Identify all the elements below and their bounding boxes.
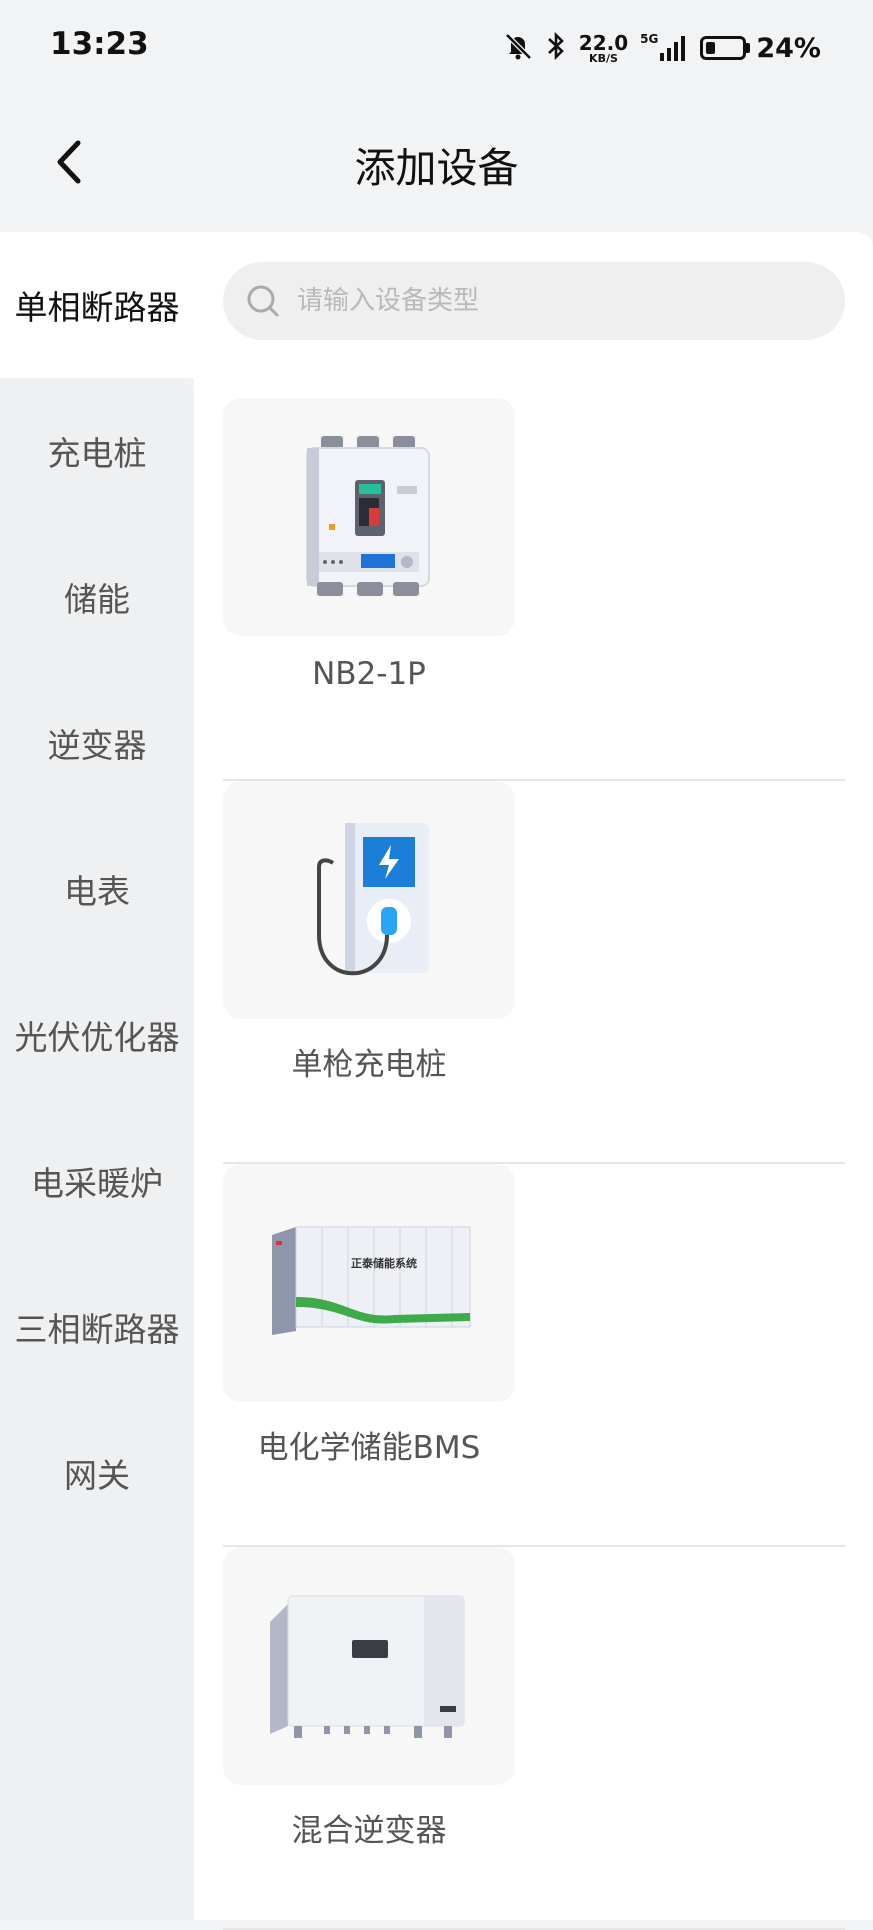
category-sidebar: 单相断路器 充电桩 储能 逆变器 电表 光伏优化器 电采暖炉 三相断路器 网关 xyxy=(0,232,194,1920)
device-thumbnail: 正泰储能系统 xyxy=(223,1164,515,1402)
page-title: 添加设备 xyxy=(354,144,519,192)
device-card-bms[interactable]: 正泰储能系统 电化学储能BMS xyxy=(223,1164,845,1547)
device-card-single-gun-charger[interactable]: 单枪充电桩 xyxy=(223,781,845,1164)
network-speed-unit: KB/S xyxy=(589,51,618,65)
network-speed: 22.0 KB/S xyxy=(579,33,628,64)
sidebar-item-gateway[interactable]: 网关 xyxy=(0,1400,194,1546)
header: 添加设备 xyxy=(0,96,873,230)
battery-level: 24% xyxy=(756,32,821,64)
device-name: 电化学储能BMS xyxy=(257,1430,481,1466)
sidebar-item-electric-heater[interactable]: 电采暖炉 xyxy=(0,1108,194,1254)
status-icons: 22.0 KB/S 5G 24% xyxy=(503,30,821,66)
network-speed-value: 22.0 xyxy=(578,30,629,55)
device-thumbnail xyxy=(223,1547,515,1785)
status-time: 13:23 xyxy=(50,26,149,62)
battery-indicator: 24% xyxy=(700,33,821,64)
device-card-hybrid-inverter[interactable]: 混合逆变器 xyxy=(223,1547,845,1930)
sidebar-item-three-phase-breaker[interactable]: 三相断路器 xyxy=(0,1254,194,1400)
sidebar-item-single-phase-breaker[interactable]: 单相断路器 xyxy=(0,232,194,378)
inverter-icon xyxy=(270,1595,465,1738)
device-panel: NB2-1P 单枪充电桩 xyxy=(194,232,873,1930)
device-thumbnail xyxy=(223,398,515,636)
sidebar-item-energy-storage[interactable]: 储能 xyxy=(0,524,194,670)
circuit-breaker-icon xyxy=(306,436,430,596)
device-card-nb2-1p[interactable]: NB2-1P xyxy=(223,398,845,781)
sidebar-item-charging-pile[interactable]: 充电桩 xyxy=(0,378,194,524)
sidebar-item-meter[interactable]: 电表 xyxy=(0,816,194,962)
search-icon xyxy=(247,285,279,317)
image-label: 正泰储能系统 xyxy=(351,1256,417,1270)
search-input[interactable] xyxy=(295,285,799,317)
battery-container-icon: 正泰储能系统 xyxy=(272,1226,471,1335)
sidebar-item-inverter[interactable]: 逆变器 xyxy=(0,670,194,816)
signal-type: 5G xyxy=(640,32,659,46)
signal-icon: 5G xyxy=(640,33,688,63)
status-bar: 13:23 22.0 KB/S 5G 24% xyxy=(0,0,873,96)
search-bar[interactable] xyxy=(223,262,845,340)
device-name: 单枪充电桩 xyxy=(291,1047,447,1083)
battery-icon xyxy=(700,36,747,60)
sidebar-list: 充电桩 储能 逆变器 电表 光伏优化器 电采暖炉 三相断路器 网关 xyxy=(0,378,194,1920)
device-name: NB2-1P xyxy=(312,656,426,692)
device-thumbnail xyxy=(223,781,515,1019)
mute-bell-icon xyxy=(503,31,533,65)
ev-charger-icon xyxy=(317,823,429,976)
bluetooth-icon xyxy=(545,31,567,65)
device-name: 混合逆变器 xyxy=(291,1813,447,1849)
sidebar-item-pv-optimizer[interactable]: 光伏优化器 xyxy=(0,962,194,1108)
